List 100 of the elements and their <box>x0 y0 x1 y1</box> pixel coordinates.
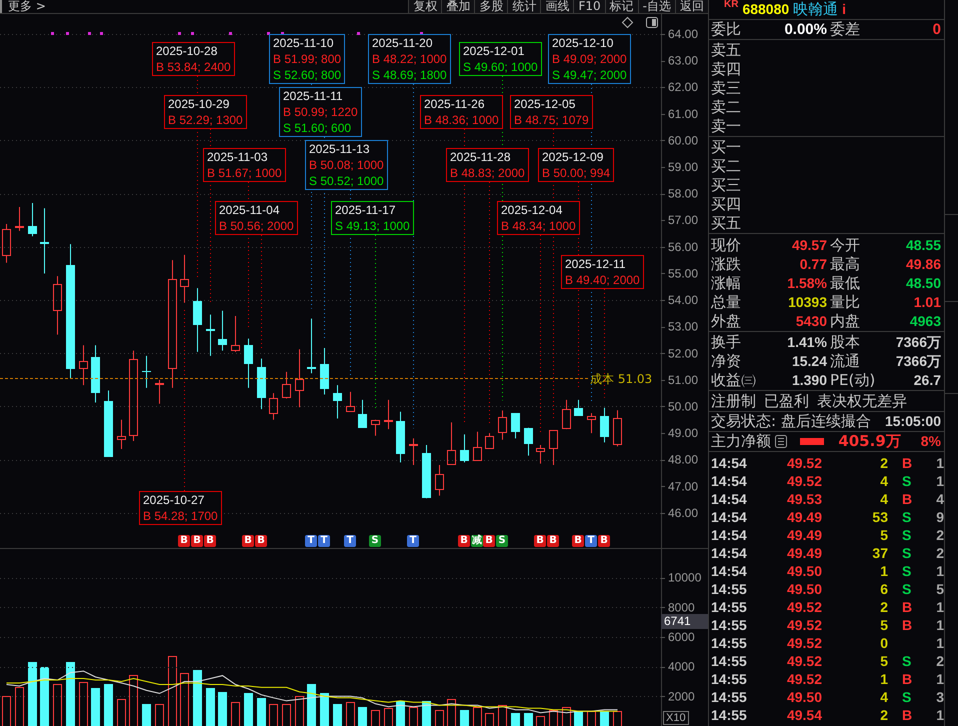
trade-marker: B <box>191 535 203 547</box>
trade-marker: T <box>344 535 356 547</box>
candlestick <box>409 438 418 466</box>
tick-volume: 4 <box>879 688 888 706</box>
price-axis-label: 59.00 <box>668 160 698 174</box>
toolbar-button[interactable]: 返回 <box>675 0 708 13</box>
toolbar-button[interactable]: 复权 <box>408 0 442 13</box>
price-axis-label: 58.00 <box>668 186 698 201</box>
tick-volume: 53 <box>871 508 888 526</box>
trade-date: 2025-11-03 <box>207 149 268 165</box>
quote-value: 7366万 <box>896 333 941 352</box>
toolbar-button[interactable]: 叠加 <box>441 0 474 13</box>
volume-bar <box>473 707 482 726</box>
price-axis-label: 60.00 <box>668 133 698 148</box>
status-time: 15:05:00 <box>884 412 941 431</box>
tick-volume: 5 <box>879 616 888 634</box>
quote-value: 4963 <box>910 312 941 331</box>
tick-price: 49.49 <box>786 544 822 562</box>
sell-order-text: S 50.52; 1000 <box>309 173 384 189</box>
tick-side: S <box>901 526 912 544</box>
quote-label: 量比 <box>830 293 860 312</box>
bid-level-label: 买二 <box>710 157 742 176</box>
tick-side: B <box>901 616 912 634</box>
tick-count: 2 <box>935 526 944 544</box>
toolbar-button[interactable]: 标记 <box>604 0 638 13</box>
trade-marker: B <box>242 535 254 547</box>
volume-bar <box>333 704 342 726</box>
volume-bar <box>485 713 494 726</box>
candlestick <box>15 206 24 232</box>
tick-count: 2 <box>935 544 944 562</box>
tick-count: 3 <box>935 688 944 706</box>
info-link[interactable]: i <box>842 0 846 19</box>
candlestick <box>549 430 558 466</box>
volume-bar <box>117 699 126 726</box>
price-axis-label: 50.00 <box>668 399 698 414</box>
volume-bar <box>2 696 11 726</box>
more-button[interactable]: 更多 > <box>8 0 46 13</box>
trade-marker: T <box>305 535 317 547</box>
volume-bar <box>15 687 24 726</box>
sell-order-text: S 49.47; 2000 <box>552 67 627 83</box>
candlestick <box>396 411 405 463</box>
bid-level-label: 买四 <box>710 195 742 214</box>
quote-value: 5430 <box>796 312 827 331</box>
tick-count: 5 <box>935 580 944 598</box>
price-axis-label: 52.00 <box>668 346 698 360</box>
trade-date: 2025-10-27 <box>143 492 204 508</box>
tick-price: 49.54 <box>786 706 822 724</box>
buy-order-text: B 52.29; 1300 <box>168 112 243 128</box>
volume-bar <box>498 705 507 726</box>
list-icon[interactable] <box>775 435 787 448</box>
candlestick <box>460 434 469 463</box>
tick-volume: 1 <box>879 670 888 688</box>
panel-toggle-icon[interactable] <box>646 17 658 28</box>
candlestick <box>79 344 88 386</box>
tick-time: 14:55 <box>710 580 748 598</box>
quote-value: 1.01 <box>914 293 941 312</box>
candlestick <box>295 348 304 408</box>
trade-date: 2025-11-17 <box>335 202 396 218</box>
volume-bar <box>295 696 304 726</box>
buy-order-text: B 51.67; 1000 <box>207 165 282 181</box>
volume-bar <box>244 693 253 726</box>
tick-volume: 0 <box>879 634 888 652</box>
volume-bar <box>104 684 113 726</box>
buy-order-text: B 49.40; 2000 <box>565 272 640 288</box>
toolbar-button[interactable]: 多股 <box>474 0 508 13</box>
main-flow-label: 主力净额 <box>711 432 771 451</box>
ask-level-label: 卖一 <box>710 117 742 136</box>
volume-bar <box>231 702 240 726</box>
volume-bar <box>549 710 558 726</box>
candlestick <box>91 344 100 403</box>
trade-date: 2025-10-29 <box>168 96 230 112</box>
candlestick <box>346 391 355 412</box>
toolbar-button[interactable]: 画线 <box>540 0 574 13</box>
price-axis-label: 53.00 <box>668 320 698 334</box>
trade-marker: T <box>318 535 330 547</box>
tick-price: 49.52 <box>786 652 822 670</box>
tick-count: 4 <box>935 490 944 508</box>
tick-price: 49.49 <box>786 508 822 526</box>
candlestick <box>2 223 11 264</box>
toolbar-button[interactable]: F10 <box>573 0 605 13</box>
candlestick <box>562 399 571 430</box>
candlestick <box>28 202 37 237</box>
buy-order-text: B 48.22; 1000 <box>372 51 447 67</box>
trade-marker: T <box>585 535 597 547</box>
candlestick <box>257 358 266 410</box>
volume-axis-label: 2000 <box>668 689 695 704</box>
stock-code: 688080 <box>742 0 790 19</box>
quote-label: 净资 <box>711 352 741 371</box>
sell-order-text: S 52.60; 800 <box>273 67 342 83</box>
diamond-icon[interactable] <box>622 17 633 28</box>
trade-date: 2025-12-11 <box>565 256 626 272</box>
quote-value: 26.7 <box>914 371 941 390</box>
candlestick <box>142 355 151 388</box>
candlestick <box>40 208 49 274</box>
quote-value: 0.77 <box>800 255 827 274</box>
candlestick <box>485 432 494 450</box>
tick-time: 14:55 <box>710 616 748 634</box>
tick-side: S <box>901 508 912 526</box>
toolbar-button[interactable]: 统计 <box>507 0 540 13</box>
toolbar-button[interactable]: -自选 <box>638 0 675 13</box>
